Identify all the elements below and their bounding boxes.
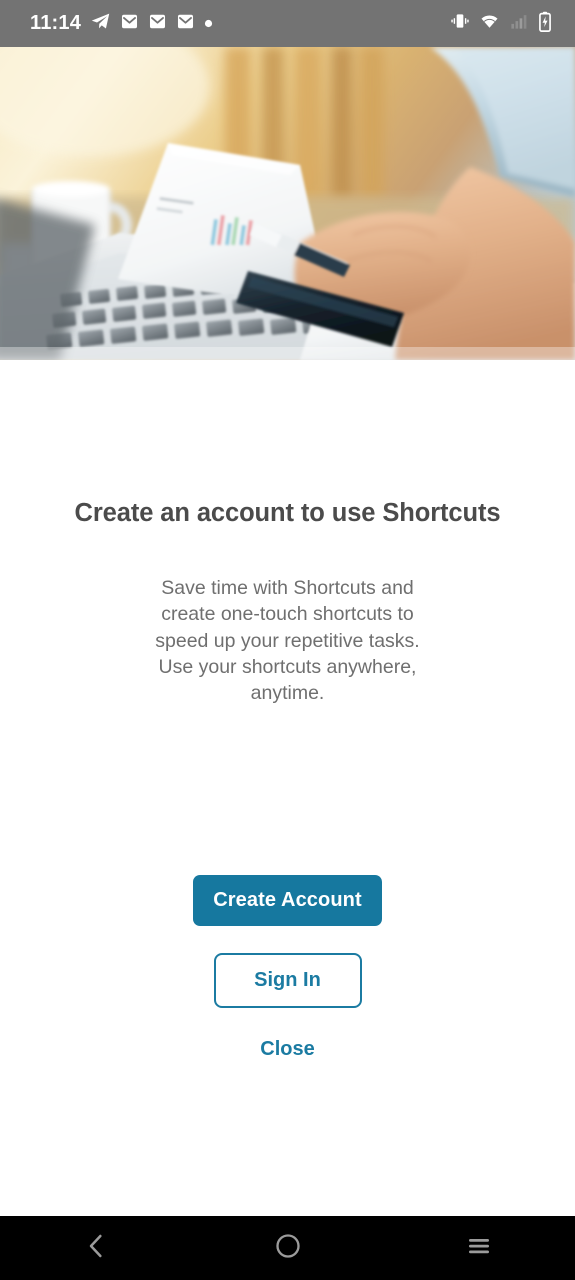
- telegram-icon: [90, 11, 111, 37]
- status-bar: 11:14: [0, 0, 575, 47]
- create-account-button[interactable]: Create Account: [193, 875, 382, 926]
- hero-image: [0, 47, 575, 360]
- home-icon: [274, 1232, 302, 1265]
- page-description: Save time with Shortcuts and create one-…: [155, 577, 420, 705]
- android-nav-bar: [0, 1216, 575, 1280]
- close-button[interactable]: Close: [244, 1030, 330, 1069]
- hero-illustration: [0, 47, 575, 360]
- recents-icon: [464, 1231, 494, 1266]
- status-bar-right: [450, 11, 553, 37]
- mail-icon: [148, 12, 167, 36]
- dot-icon: [204, 15, 213, 33]
- vibrate-icon: [450, 11, 470, 36]
- nav-recents-button[interactable]: [383, 1216, 575, 1280]
- phone-screen: 11:14 Create an account to use Shortcuts…: [0, 0, 575, 1280]
- status-bar-left: 11:14: [30, 11, 450, 37]
- action-buttons: Create Account Sign In Close: [0, 875, 575, 1069]
- signal-icon: [509, 12, 528, 36]
- sign-in-button[interactable]: Sign In: [213, 953, 362, 1008]
- back-icon: [81, 1231, 111, 1266]
- nav-home-button[interactable]: [192, 1216, 384, 1280]
- main-content: Create an account to use Shortcuts Save …: [0, 360, 575, 1216]
- status-bar-clock: 11:14: [30, 12, 82, 34]
- mail-icon: [120, 12, 139, 36]
- page-title: Create an account to use Shortcuts: [74, 499, 501, 527]
- battery-charging-icon: [537, 11, 553, 37]
- mail-icon: [176, 12, 195, 36]
- wifi-icon: [479, 11, 500, 37]
- nav-back-button[interactable]: [0, 1216, 192, 1280]
